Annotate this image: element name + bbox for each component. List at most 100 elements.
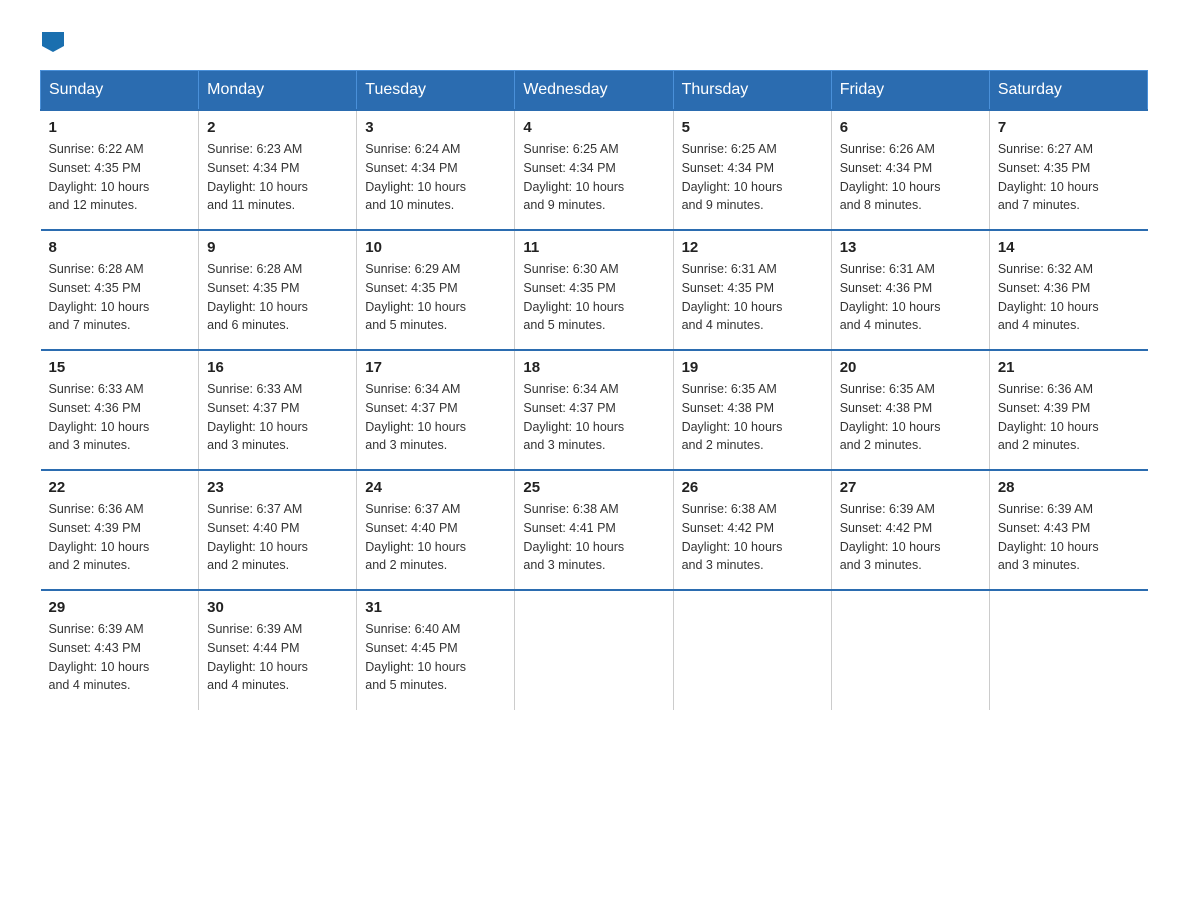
day-info: Sunrise: 6:33 AMSunset: 4:36 PMDaylight:… bbox=[49, 380, 191, 455]
calendar-cell: 12 Sunrise: 6:31 AMSunset: 4:35 PMDaylig… bbox=[673, 230, 831, 350]
day-number: 17 bbox=[365, 359, 506, 376]
weekday-header-tuesday: Tuesday bbox=[357, 71, 515, 111]
calendar-cell: 6 Sunrise: 6:26 AMSunset: 4:34 PMDayligh… bbox=[831, 110, 989, 230]
day-info: Sunrise: 6:40 AMSunset: 4:45 PMDaylight:… bbox=[365, 620, 506, 695]
calendar-cell: 10 Sunrise: 6:29 AMSunset: 4:35 PMDaylig… bbox=[357, 230, 515, 350]
day-info: Sunrise: 6:36 AMSunset: 4:39 PMDaylight:… bbox=[49, 500, 191, 575]
calendar-week-2: 8 Sunrise: 6:28 AMSunset: 4:35 PMDayligh… bbox=[41, 230, 1148, 350]
day-info: Sunrise: 6:29 AMSunset: 4:35 PMDaylight:… bbox=[365, 260, 506, 335]
calendar-cell: 9 Sunrise: 6:28 AMSunset: 4:35 PMDayligh… bbox=[199, 230, 357, 350]
day-number: 7 bbox=[998, 119, 1140, 136]
day-number: 19 bbox=[682, 359, 823, 376]
calendar-cell: 13 Sunrise: 6:31 AMSunset: 4:36 PMDaylig… bbox=[831, 230, 989, 350]
weekday-header-monday: Monday bbox=[199, 71, 357, 111]
day-number: 29 bbox=[49, 599, 191, 616]
day-info: Sunrise: 6:39 AMSunset: 4:43 PMDaylight:… bbox=[998, 500, 1140, 575]
calendar-cell: 3 Sunrise: 6:24 AMSunset: 4:34 PMDayligh… bbox=[357, 110, 515, 230]
day-number: 4 bbox=[523, 119, 664, 136]
calendar-cell: 22 Sunrise: 6:36 AMSunset: 4:39 PMDaylig… bbox=[41, 470, 199, 590]
header-row: SundayMondayTuesdayWednesdayThursdayFrid… bbox=[41, 71, 1148, 111]
day-number: 24 bbox=[365, 479, 506, 496]
page-header bbox=[40, 30, 1148, 50]
day-number: 13 bbox=[840, 239, 981, 256]
weekday-header-wednesday: Wednesday bbox=[515, 71, 673, 111]
day-info: Sunrise: 6:35 AMSunset: 4:38 PMDaylight:… bbox=[840, 380, 981, 455]
calendar-header: SundayMondayTuesdayWednesdayThursdayFrid… bbox=[41, 71, 1148, 111]
calendar-cell: 5 Sunrise: 6:25 AMSunset: 4:34 PMDayligh… bbox=[673, 110, 831, 230]
calendar-week-4: 22 Sunrise: 6:36 AMSunset: 4:39 PMDaylig… bbox=[41, 470, 1148, 590]
calendar-cell: 11 Sunrise: 6:30 AMSunset: 4:35 PMDaylig… bbox=[515, 230, 673, 350]
weekday-header-saturday: Saturday bbox=[989, 71, 1147, 111]
day-number: 1 bbox=[49, 119, 191, 136]
day-number: 9 bbox=[207, 239, 348, 256]
calendar-cell: 7 Sunrise: 6:27 AMSunset: 4:35 PMDayligh… bbox=[989, 110, 1147, 230]
day-info: Sunrise: 6:28 AMSunset: 4:35 PMDaylight:… bbox=[207, 260, 348, 335]
day-info: Sunrise: 6:27 AMSunset: 4:35 PMDaylight:… bbox=[998, 140, 1140, 215]
day-info: Sunrise: 6:25 AMSunset: 4:34 PMDaylight:… bbox=[682, 140, 823, 215]
day-number: 22 bbox=[49, 479, 191, 496]
day-number: 8 bbox=[49, 239, 191, 256]
day-number: 31 bbox=[365, 599, 506, 616]
day-number: 12 bbox=[682, 239, 823, 256]
weekday-header-friday: Friday bbox=[831, 71, 989, 111]
calendar-cell: 19 Sunrise: 6:35 AMSunset: 4:38 PMDaylig… bbox=[673, 350, 831, 470]
day-info: Sunrise: 6:33 AMSunset: 4:37 PMDaylight:… bbox=[207, 380, 348, 455]
calendar-cell bbox=[831, 590, 989, 710]
day-info: Sunrise: 6:36 AMSunset: 4:39 PMDaylight:… bbox=[998, 380, 1140, 455]
day-number: 5 bbox=[682, 119, 823, 136]
day-info: Sunrise: 6:39 AMSunset: 4:43 PMDaylight:… bbox=[49, 620, 191, 695]
calendar-cell: 16 Sunrise: 6:33 AMSunset: 4:37 PMDaylig… bbox=[199, 350, 357, 470]
day-info: Sunrise: 6:39 AMSunset: 4:44 PMDaylight:… bbox=[207, 620, 348, 695]
calendar-cell bbox=[673, 590, 831, 710]
day-number: 15 bbox=[49, 359, 191, 376]
calendar-table: SundayMondayTuesdayWednesdayThursdayFrid… bbox=[40, 70, 1148, 710]
day-number: 23 bbox=[207, 479, 348, 496]
calendar-cell bbox=[989, 590, 1147, 710]
weekday-header-thursday: Thursday bbox=[673, 71, 831, 111]
day-info: Sunrise: 6:37 AMSunset: 4:40 PMDaylight:… bbox=[207, 500, 348, 575]
day-number: 2 bbox=[207, 119, 348, 136]
day-info: Sunrise: 6:37 AMSunset: 4:40 PMDaylight:… bbox=[365, 500, 506, 575]
day-number: 26 bbox=[682, 479, 823, 496]
day-info: Sunrise: 6:38 AMSunset: 4:41 PMDaylight:… bbox=[523, 500, 664, 575]
calendar-cell bbox=[515, 590, 673, 710]
day-info: Sunrise: 6:22 AMSunset: 4:35 PMDaylight:… bbox=[49, 140, 191, 215]
calendar-week-1: 1 Sunrise: 6:22 AMSunset: 4:35 PMDayligh… bbox=[41, 110, 1148, 230]
logo bbox=[40, 30, 64, 50]
calendar-cell: 21 Sunrise: 6:36 AMSunset: 4:39 PMDaylig… bbox=[989, 350, 1147, 470]
logo-arrow-icon bbox=[42, 32, 64, 52]
calendar-cell: 1 Sunrise: 6:22 AMSunset: 4:35 PMDayligh… bbox=[41, 110, 199, 230]
day-number: 11 bbox=[523, 239, 664, 256]
calendar-cell: 17 Sunrise: 6:34 AMSunset: 4:37 PMDaylig… bbox=[357, 350, 515, 470]
day-number: 30 bbox=[207, 599, 348, 616]
weekday-header-sunday: Sunday bbox=[41, 71, 199, 111]
calendar-week-5: 29 Sunrise: 6:39 AMSunset: 4:43 PMDaylig… bbox=[41, 590, 1148, 710]
day-number: 10 bbox=[365, 239, 506, 256]
calendar-cell: 4 Sunrise: 6:25 AMSunset: 4:34 PMDayligh… bbox=[515, 110, 673, 230]
calendar-cell: 25 Sunrise: 6:38 AMSunset: 4:41 PMDaylig… bbox=[515, 470, 673, 590]
calendar-cell: 29 Sunrise: 6:39 AMSunset: 4:43 PMDaylig… bbox=[41, 590, 199, 710]
day-number: 20 bbox=[840, 359, 981, 376]
calendar-cell: 15 Sunrise: 6:33 AMSunset: 4:36 PMDaylig… bbox=[41, 350, 199, 470]
day-number: 27 bbox=[840, 479, 981, 496]
day-number: 14 bbox=[998, 239, 1140, 256]
day-info: Sunrise: 6:26 AMSunset: 4:34 PMDaylight:… bbox=[840, 140, 981, 215]
calendar-cell: 18 Sunrise: 6:34 AMSunset: 4:37 PMDaylig… bbox=[515, 350, 673, 470]
day-info: Sunrise: 6:38 AMSunset: 4:42 PMDaylight:… bbox=[682, 500, 823, 575]
day-info: Sunrise: 6:31 AMSunset: 4:35 PMDaylight:… bbox=[682, 260, 823, 335]
day-info: Sunrise: 6:23 AMSunset: 4:34 PMDaylight:… bbox=[207, 140, 348, 215]
calendar-cell: 26 Sunrise: 6:38 AMSunset: 4:42 PMDaylig… bbox=[673, 470, 831, 590]
day-info: Sunrise: 6:28 AMSunset: 4:35 PMDaylight:… bbox=[49, 260, 191, 335]
day-number: 25 bbox=[523, 479, 664, 496]
calendar-body: 1 Sunrise: 6:22 AMSunset: 4:35 PMDayligh… bbox=[41, 110, 1148, 710]
day-info: Sunrise: 6:34 AMSunset: 4:37 PMDaylight:… bbox=[365, 380, 506, 455]
calendar-cell: 24 Sunrise: 6:37 AMSunset: 4:40 PMDaylig… bbox=[357, 470, 515, 590]
day-number: 6 bbox=[840, 119, 981, 136]
calendar-week-3: 15 Sunrise: 6:33 AMSunset: 4:36 PMDaylig… bbox=[41, 350, 1148, 470]
calendar-cell: 30 Sunrise: 6:39 AMSunset: 4:44 PMDaylig… bbox=[199, 590, 357, 710]
day-info: Sunrise: 6:30 AMSunset: 4:35 PMDaylight:… bbox=[523, 260, 664, 335]
day-number: 16 bbox=[207, 359, 348, 376]
day-number: 18 bbox=[523, 359, 664, 376]
day-info: Sunrise: 6:25 AMSunset: 4:34 PMDaylight:… bbox=[523, 140, 664, 215]
day-info: Sunrise: 6:31 AMSunset: 4:36 PMDaylight:… bbox=[840, 260, 981, 335]
